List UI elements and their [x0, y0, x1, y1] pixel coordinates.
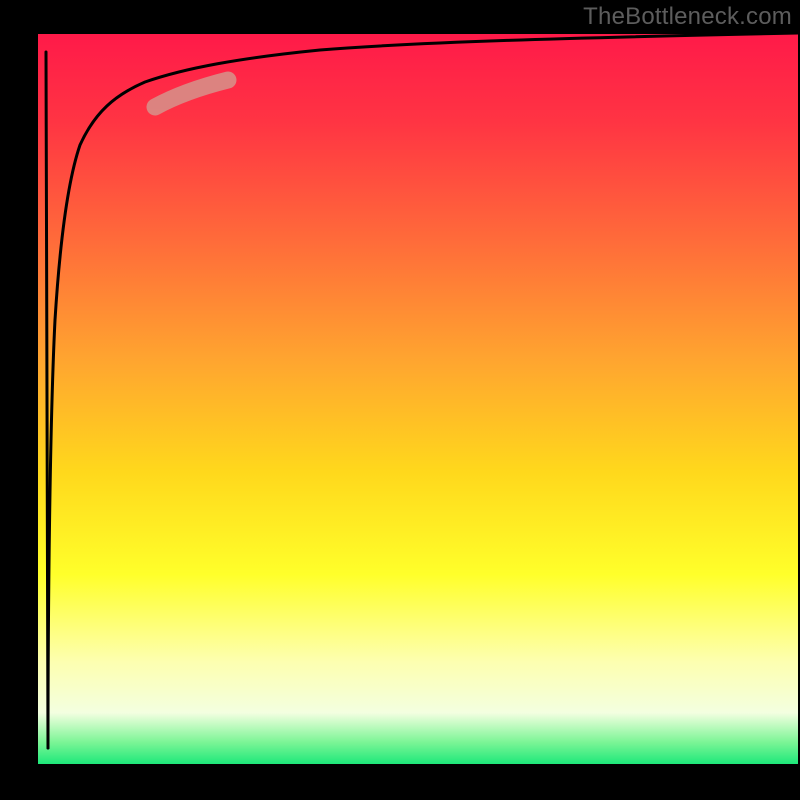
- watermark-text: TheBottleneck.com: [583, 3, 792, 31]
- chart-stage: TheBottleneck.com: [0, 0, 800, 800]
- chart-svg: [0, 0, 800, 800]
- plot-area: [38, 34, 798, 764]
